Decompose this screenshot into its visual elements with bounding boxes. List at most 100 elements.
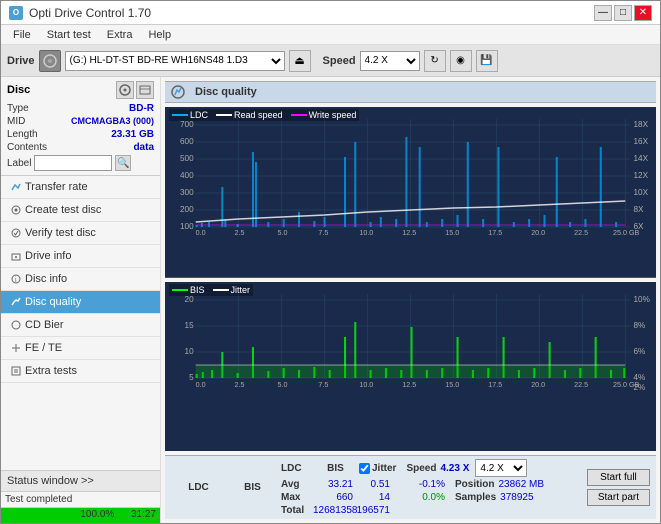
max-jitter: 0.0% — [400, 492, 445, 503]
svg-text:0.0: 0.0 — [196, 229, 206, 237]
bottom-chart: BIS Jitter — [165, 282, 656, 452]
svg-text:16X: 16X — [633, 137, 648, 146]
menu-file[interactable]: File — [5, 28, 39, 42]
svg-text:18X: 18X — [633, 120, 648, 129]
svg-text:500: 500 — [180, 154, 194, 163]
menu-help[interactable]: Help — [140, 28, 179, 42]
legend-writespeed-label: Write speed — [309, 110, 357, 120]
svg-text:300: 300 — [180, 188, 194, 197]
status-window-button[interactable]: Status window >> — [1, 471, 160, 492]
menu-starttest[interactable]: Start test — [39, 28, 99, 42]
max-row: Max 660 14 0.0% Samples 378925 — [281, 492, 544, 503]
legend-readspeed-label: Read speed — [234, 110, 283, 120]
disc-label-btn[interactable]: 🔍 — [115, 155, 131, 171]
titlebar-left: O Opti Drive Control 1.70 — [9, 6, 151, 20]
svg-text:15: 15 — [185, 321, 195, 330]
main-content: Disc quality LDC Read speed — [161, 77, 660, 523]
total-ldc: 12681358 — [313, 505, 353, 516]
sidebar-item-extra-tests[interactable]: Extra tests — [1, 360, 160, 383]
svg-text:17.5: 17.5 — [488, 229, 502, 237]
disc-icon-btn-2[interactable] — [136, 81, 154, 99]
legend-jitter-label: Jitter — [231, 285, 251, 295]
svg-text:2.5: 2.5 — [235, 381, 245, 389]
disc-info-icon: i — [11, 274, 21, 284]
toolbar-btn-3[interactable]: 💾 — [476, 50, 498, 72]
sidebar: Disc Type BD-R MID C — [1, 77, 161, 523]
nav-label-transfer-rate: Transfer rate — [25, 181, 88, 193]
eject-button[interactable]: ⏏ — [289, 50, 311, 72]
disc-quality-title-icon — [171, 85, 185, 99]
titlebar-controls: — □ ✕ — [594, 5, 652, 21]
menu-extra[interactable]: Extra — [99, 28, 141, 42]
svg-text:12X: 12X — [633, 171, 648, 180]
sidebar-item-create-test-disc[interactable]: Create test disc — [1, 199, 160, 222]
transfer-rate-icon — [11, 182, 21, 192]
app-title: Opti Drive Control 1.70 — [29, 6, 151, 20]
disc-quality-icon — [11, 297, 21, 307]
legend-bis-color — [172, 289, 188, 291]
cd-icon — [43, 54, 57, 68]
progress-bar-container: 100.0% 31:27 — [1, 507, 160, 523]
sidebar-item-disc-quality[interactable]: Disc quality — [1, 291, 160, 314]
legend-readspeed-color — [216, 114, 232, 116]
sidebar-item-cd-bier[interactable]: CD Bier — [1, 314, 160, 337]
sidebar-item-drive-info[interactable]: Drive info — [1, 245, 160, 268]
disc-section: Disc Type BD-R MID C — [1, 77, 160, 176]
stats-ldc-col: LDC BIS — [171, 482, 275, 493]
drive-icon — [39, 50, 61, 72]
disc-length-row: Length 23.31 GB — [7, 129, 154, 140]
svg-text:25.0 GB: 25.0 GB — [613, 381, 640, 389]
stats-header-row: LDC BIS Jitter Speed 4.23 X 4.2 X — [281, 459, 544, 477]
sidebar-item-transfer-rate[interactable]: Transfer rate — [1, 176, 160, 199]
jitter-label: Jitter — [372, 463, 396, 474]
elapsed-time: 31:27 — [131, 509, 156, 520]
sidebar-item-fe-te[interactable]: FE / TE — [1, 337, 160, 360]
chart-container: Disc quality LDC Read speed — [161, 77, 660, 523]
position-value: 23862 MB — [498, 479, 544, 490]
svg-text:20.0: 20.0 — [531, 229, 545, 237]
disc-type-value: BD-R — [129, 103, 154, 114]
nav-label-create-test-disc: Create test disc — [25, 204, 101, 216]
disc-label-input[interactable] — [34, 155, 112, 171]
svg-text:10.0: 10.0 — [359, 381, 373, 389]
nav-label-drive-info: Drive info — [25, 250, 71, 262]
toolbar-btn-1[interactable]: ↻ — [424, 50, 446, 72]
speed-label: Speed — [323, 55, 356, 67]
stats-bar: LDC BIS LDC BIS Jitter — [165, 455, 656, 519]
close-button[interactable]: ✕ — [634, 5, 652, 21]
svg-text:15.0: 15.0 — [445, 229, 459, 237]
maximize-button[interactable]: □ — [614, 5, 632, 21]
bis-col-label: BIS — [318, 463, 353, 474]
stats-ldc-header: LDC — [171, 482, 226, 493]
minimize-button[interactable]: — — [594, 5, 612, 21]
toolbar-btn-2[interactable]: ◉ — [450, 50, 472, 72]
sidebar-item-verify-test-disc[interactable]: Verify test disc — [1, 222, 160, 245]
speed-select[interactable]: 4.2 X — [360, 51, 420, 71]
svg-text:200: 200 — [180, 205, 194, 214]
svg-text:5.0: 5.0 — [278, 229, 288, 237]
sidebar-item-disc-info[interactable]: i Disc info — [1, 268, 160, 291]
disc-icon-btn-1[interactable] — [116, 81, 134, 99]
titlebar: O Opti Drive Control 1.70 — □ ✕ — [1, 1, 660, 25]
chart-title-bar: Disc quality — [165, 81, 656, 103]
total-row: Total 12681358 196571 — [281, 505, 544, 516]
drive-select[interactable]: (G:) HL-DT-ST BD-RE WH16NS48 1.D3 — [65, 51, 285, 71]
start-part-button[interactable]: Start part — [587, 489, 650, 506]
top-chart-legend: LDC Read speed Write speed — [169, 109, 359, 121]
legend-readspeed: Read speed — [216, 110, 283, 120]
svg-text:10.0: 10.0 — [359, 229, 373, 237]
svg-text:22.5: 22.5 — [574, 381, 588, 389]
svg-text:7.5: 7.5 — [318, 381, 328, 389]
avg-jitter: -0.1% — [400, 479, 445, 490]
cd-bier-icon — [11, 320, 21, 330]
svg-text:5.0: 5.0 — [278, 381, 288, 389]
speed-select-stats[interactable]: 4.2 X — [475, 459, 527, 477]
start-full-button[interactable]: Start full — [587, 469, 650, 486]
disc-section-title: Disc — [7, 84, 30, 96]
legend-jitter: Jitter — [213, 285, 251, 295]
svg-text:10: 10 — [185, 347, 195, 356]
samples-label: Samples — [455, 492, 496, 503]
max-bis: 14 — [355, 492, 390, 503]
jitter-checkbox[interactable] — [359, 463, 370, 474]
disc-mid-value: CMCMAGBA3 (000) — [71, 116, 154, 127]
